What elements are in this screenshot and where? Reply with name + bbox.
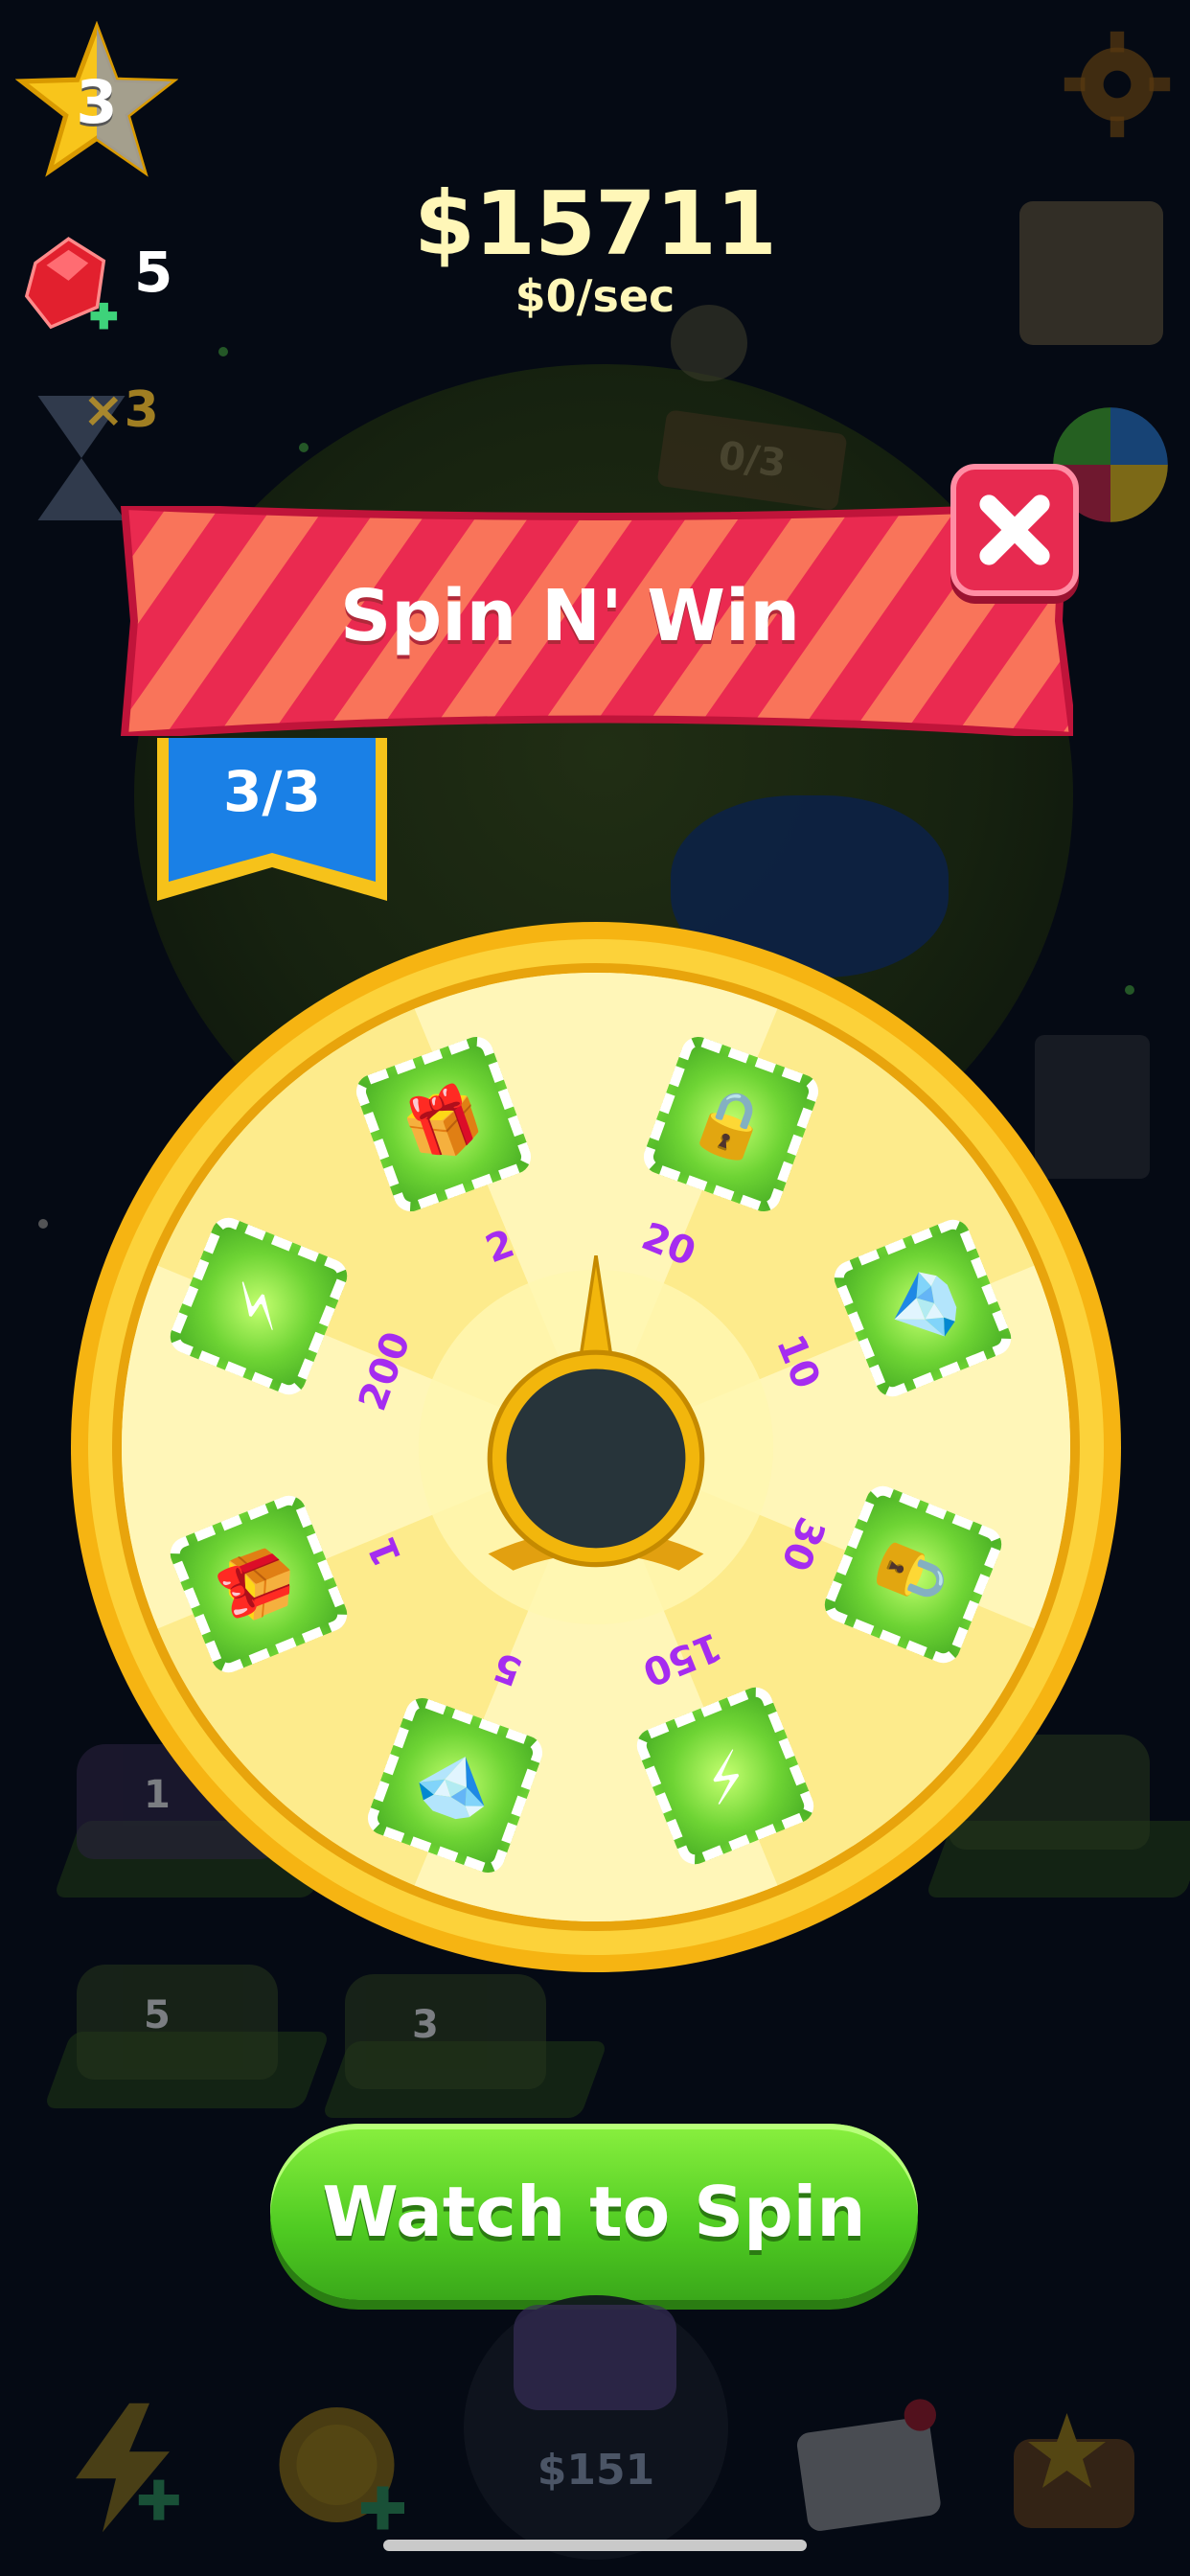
clipboard-coins-icon[interactable] [1019, 201, 1163, 345]
wheel-pointer [487, 1255, 705, 1571]
gift-icon: 🎁 [394, 1075, 493, 1172]
car-icon [514, 2305, 676, 2410]
coin-shop-icon[interactable] [272, 2396, 416, 2540]
gem-count: 5 [134, 240, 173, 305]
sparkle [38, 1219, 48, 1229]
car-icon[interactable]: 3 [345, 1974, 546, 2089]
sparkle [1125, 985, 1134, 995]
close-icon [979, 494, 1050, 565]
spins-progress: 3/3 [223, 759, 321, 824]
map-icon[interactable] [788, 2396, 950, 2540]
dialog-title: Spin N' Win [339, 575, 801, 657]
gem-icon: 💎 [405, 1737, 505, 1834]
money-total: $15711 [413, 172, 777, 275]
treasure-chest-icon[interactable] [1002, 2396, 1146, 2540]
watch-to-spin-button[interactable]: Watch to Spin [270, 2124, 918, 2300]
safe-icon: 🔒 [681, 1075, 781, 1172]
car-icon[interactable]: 5 [77, 1965, 278, 2080]
car-price: $151 [537, 2446, 655, 2495]
prize-wheel[interactable]: 2 20 10 30 150 5 1 200 🎁 🔒 💎 🔒 ⚡ 💎 🎁 ⚡ [67, 918, 1126, 1977]
gem-icon[interactable] [13, 230, 124, 340]
spin-button-label: Watch to Spin [322, 2172, 866, 2252]
money-rate: $0/sec [515, 270, 675, 322]
lightning-shop-icon[interactable] [56, 2396, 190, 2540]
booster-multiplier: ×3 [82, 381, 159, 439]
home-indicator[interactable] [383, 2540, 807, 2551]
sparkle [299, 443, 309, 452]
sparkle [218, 347, 228, 356]
close-button[interactable] [950, 464, 1079, 596]
level-number: 3 [76, 67, 118, 137]
settings-gear-icon[interactable] [1060, 27, 1175, 142]
